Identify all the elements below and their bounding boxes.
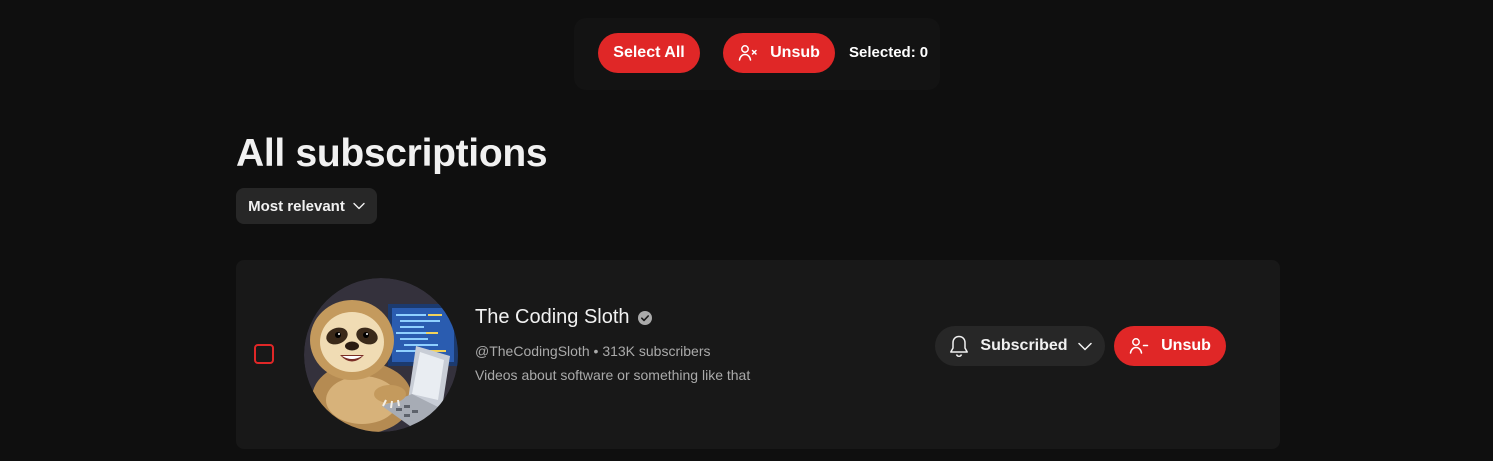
selected-count-value: 0 bbox=[919, 44, 929, 61]
channel-unsub-button[interactable]: Unsub bbox=[1114, 326, 1226, 366]
channel-name[interactable]: The Coding Sloth bbox=[475, 306, 750, 329]
chevron-down-icon bbox=[353, 202, 365, 210]
channel-info: The Coding Sloth @TheCodingSloth • 313K … bbox=[475, 306, 750, 383]
channel-select-checkbox[interactable] bbox=[254, 344, 274, 364]
remove-user-icon bbox=[738, 44, 758, 62]
bulk-action-bar: Select All Unsub Selected: 0 bbox=[574, 18, 940, 90]
sloth-coding-avatar-icon bbox=[304, 278, 458, 432]
page-title: All subscriptions bbox=[236, 132, 548, 175]
sort-dropdown[interactable]: Most relevant bbox=[236, 188, 377, 224]
channel-unsub-label: Unsub bbox=[1161, 337, 1211, 354]
verified-check-icon bbox=[637, 310, 652, 325]
subscriptions-page: Select All Unsub Selected: 0 All subscrip… bbox=[0, 0, 1493, 461]
remove-user-icon bbox=[1129, 337, 1149, 355]
channel-card: The Coding Sloth @TheCodingSloth • 313K … bbox=[236, 260, 1280, 449]
meta-separator: • bbox=[593, 343, 599, 359]
selected-label: Selected: bbox=[849, 44, 916, 61]
channel-description: Videos about software or something like … bbox=[475, 367, 751, 383]
channel-meta: @TheCodingSloth • 313K subscribers bbox=[475, 343, 750, 359]
subscribed-button[interactable]: Subscribed bbox=[935, 326, 1105, 366]
selected-count: Selected: 0 bbox=[849, 44, 928, 61]
channel-avatar[interactable] bbox=[304, 278, 458, 432]
select-all-label: Select All bbox=[613, 44, 685, 61]
subscriber-count: 313K subscribers bbox=[602, 343, 711, 359]
bulk-unsub-label: Unsub bbox=[770, 44, 820, 61]
channel-name-text: The Coding Sloth bbox=[475, 306, 630, 328]
subscribed-label: Subscribed bbox=[980, 337, 1068, 354]
bulk-unsub-button[interactable]: Unsub bbox=[723, 33, 835, 73]
channel-handle: @TheCodingSloth bbox=[475, 343, 590, 359]
sort-label: Most relevant bbox=[248, 197, 345, 215]
select-all-button[interactable]: Select All bbox=[598, 33, 700, 73]
bell-icon bbox=[948, 334, 970, 358]
chevron-down-icon bbox=[1077, 342, 1092, 351]
